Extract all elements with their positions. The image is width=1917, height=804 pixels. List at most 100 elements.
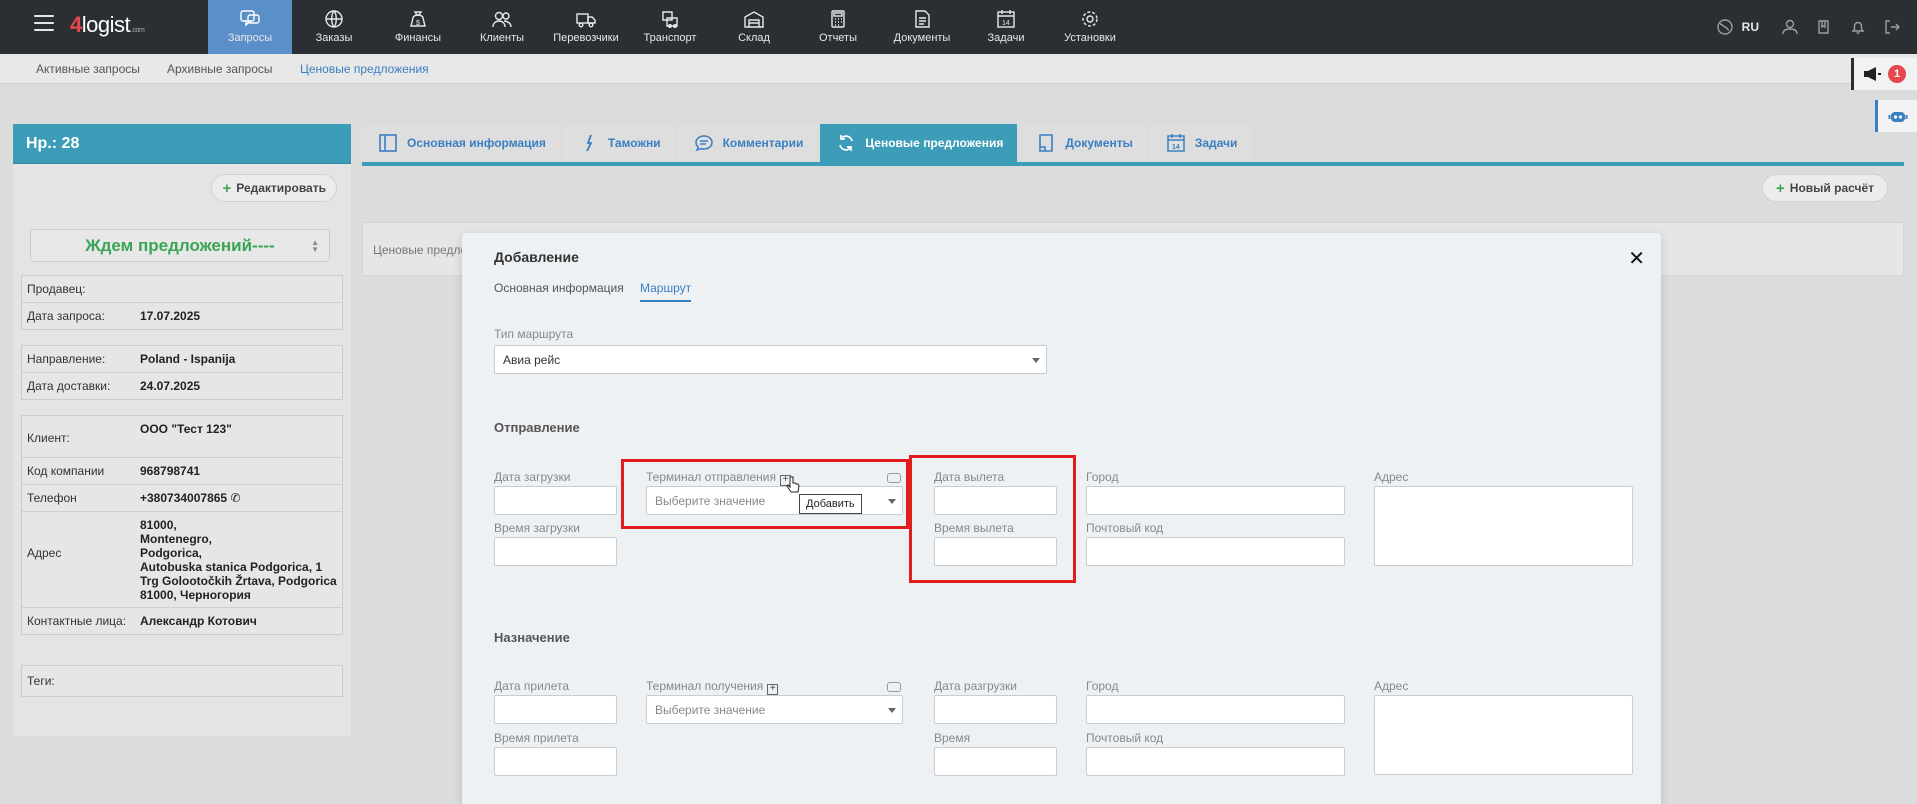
destination-postal-input[interactable] [1086, 747, 1345, 776]
add-dialog: Добавление ✕ Основная информация Маршрут… [462, 233, 1661, 804]
departure-address-textarea[interactable] [1374, 486, 1633, 566]
new-calculation-button[interactable]: + Новый расчёт [1762, 174, 1888, 202]
calendar-icon: 14 [1167, 134, 1185, 152]
destination-city-label: Город [1086, 679, 1119, 693]
subnav-price-offers[interactable]: Ценовые предложения [300, 62, 429, 76]
nav-label: Задачи [987, 32, 1025, 44]
database-icon[interactable] [887, 682, 901, 692]
dialog-tab-main-info[interactable]: Основная информация [494, 281, 624, 295]
gear-icon [1082, 11, 1098, 27]
nav-clients[interactable]: Клиенты [460, 0, 544, 54]
bell-icon[interactable] [1841, 19, 1875, 35]
request-tabs: Основная информация Таможни Комментарии … [362, 124, 1904, 166]
edit-label: Редактировать [236, 181, 326, 195]
nav-reports[interactable]: Отчеты [796, 0, 880, 54]
load-date-input[interactable] [494, 486, 617, 515]
arrival-date-input[interactable] [494, 695, 617, 724]
chevron-down-icon [888, 708, 896, 713]
nav-carriers[interactable]: Перевозчики [544, 0, 628, 54]
status-select[interactable]: Ждем предложений---- ▲ ▼ [30, 229, 330, 262]
updown-arrows-icon: ▲ ▼ [311, 238, 319, 254]
request-info-group: Продавец: Дата запроса: 17.07.2025 [21, 275, 343, 330]
arrival-time-input[interactable] [494, 747, 617, 776]
terminal-placeholder: Выберите значение [655, 703, 766, 717]
route-type-select[interactable]: Авиа рейс [494, 345, 1047, 374]
unload-time-input[interactable] [934, 747, 1057, 776]
logo-digit: 4 [70, 12, 82, 37]
unload-date-input[interactable] [934, 695, 1057, 724]
menu-icon[interactable] [34, 15, 54, 33]
phone-icon[interactable]: ✆ [230, 491, 240, 505]
tab-label: Комментарии [722, 136, 804, 150]
tags-group: Теги: [21, 665, 343, 697]
nav-requests[interactable]: Запросы [208, 0, 292, 54]
tab-price-offers[interactable]: Ценовые предложения [820, 124, 1018, 162]
tab-tasks[interactable]: 14 Задачи [1149, 124, 1252, 162]
tab-main-info[interactable]: Основная информация [362, 124, 560, 162]
hand-cursor-icon [786, 476, 800, 493]
info-row-direction: Направление: Poland - Ispanija [22, 346, 342, 373]
nav-orders[interactable]: Заказы [292, 0, 376, 54]
info-row-client: Клиент: ООО "Тест 123" [22, 416, 342, 458]
load-time-input[interactable] [494, 537, 617, 566]
tab-label: Основная информация [407, 136, 546, 150]
nav-settings[interactable]: Установки [1048, 0, 1132, 54]
add-terminal-icon[interactable]: + [767, 684, 779, 695]
address-line: Autobuska stanica Podgorica, 1 [140, 560, 323, 574]
destination-city-input[interactable] [1086, 695, 1345, 724]
chevron-down-icon [1032, 358, 1040, 363]
book-icon[interactable] [1807, 19, 1841, 35]
phone-value[interactable]: +380734007865 [140, 491, 227, 505]
nav-finance[interactable]: $ Финансы [376, 0, 460, 54]
add-tooltip: Добавить [799, 494, 862, 514]
arrival-time-label: Время прилета [494, 731, 579, 745]
status-value: Ждем предложений---- [85, 235, 275, 255]
subnav-archive-requests[interactable]: Архивные запросы [167, 62, 273, 76]
nav-transport[interactable]: Транспорт [628, 0, 712, 54]
main-nav: Запросы Заказы $ Финансы Клиенты Перевоз… [208, 0, 1132, 54]
route-info-group: Направление: Poland - Ispanija Дата доста… [21, 345, 343, 400]
tab-customs[interactable]: Таможни [562, 124, 675, 162]
plus-icon: + [222, 179, 232, 197]
user-icon[interactable] [1773, 19, 1807, 35]
logout-icon[interactable] [1875, 19, 1909, 35]
language-globe-icon[interactable] [1712, 18, 1738, 36]
info-value: 968798741 [140, 464, 201, 478]
logo-suffix: .com [131, 27, 145, 34]
departure-postal-input[interactable] [1086, 537, 1345, 566]
nav-label: Клиенты [479, 32, 525, 44]
tab-documents[interactable]: Документы [1020, 124, 1147, 162]
document-icon [1039, 134, 1054, 152]
nav-warehouse[interactable]: Склад [712, 0, 796, 54]
departure-postal-label: Почтовый код [1086, 521, 1164, 535]
departure-city-input[interactable] [1086, 486, 1345, 515]
route-type-value: Авиа рейс [503, 353, 561, 367]
destination-address-label: Адрес [1374, 679, 1409, 693]
destination-address-textarea[interactable] [1374, 695, 1633, 775]
destination-terminal-select[interactable]: Выберите значение [646, 695, 903, 724]
edit-button[interactable]: + Редактировать [211, 174, 337, 202]
destination-terminal-text: Терминал получения [646, 679, 764, 693]
announcements-button[interactable]: 1 [1851, 58, 1917, 90]
info-row-company-code: Код компании 968798741 [22, 458, 342, 485]
money-bag-icon: $ [410, 11, 426, 27]
language-code[interactable]: RU [1742, 20, 1759, 34]
unload-time-label: Время [934, 731, 971, 745]
info-row-request-date: Дата запроса: 17.07.2025 [22, 303, 342, 329]
info-key: Дата запроса: [27, 309, 105, 323]
subnav-active-requests[interactable]: Активные запросы [36, 62, 140, 76]
address-line: Montenegro, [140, 532, 212, 546]
load-date-label: Дата загрузки [494, 470, 571, 484]
nav-tasks[interactable]: 14 Задачи [964, 0, 1048, 54]
info-row-phone: Телефон +380734007865 ✆ [22, 485, 342, 512]
close-icon[interactable]: ✕ [1628, 246, 1645, 271]
tab-comments[interactable]: Комментарии [677, 124, 818, 162]
info-row-seller: Продавец: [22, 276, 342, 303]
customs-icon [586, 134, 593, 152]
info-value: 24.07.2025 [140, 379, 201, 393]
chat-icon [240, 10, 260, 27]
dialog-tab-route[interactable]: Маршрут [640, 281, 692, 302]
info-key: Направление: [27, 352, 106, 366]
nav-documents[interactable]: Документы [880, 0, 964, 54]
logo[interactable]: 4logist.com [70, 12, 145, 38]
